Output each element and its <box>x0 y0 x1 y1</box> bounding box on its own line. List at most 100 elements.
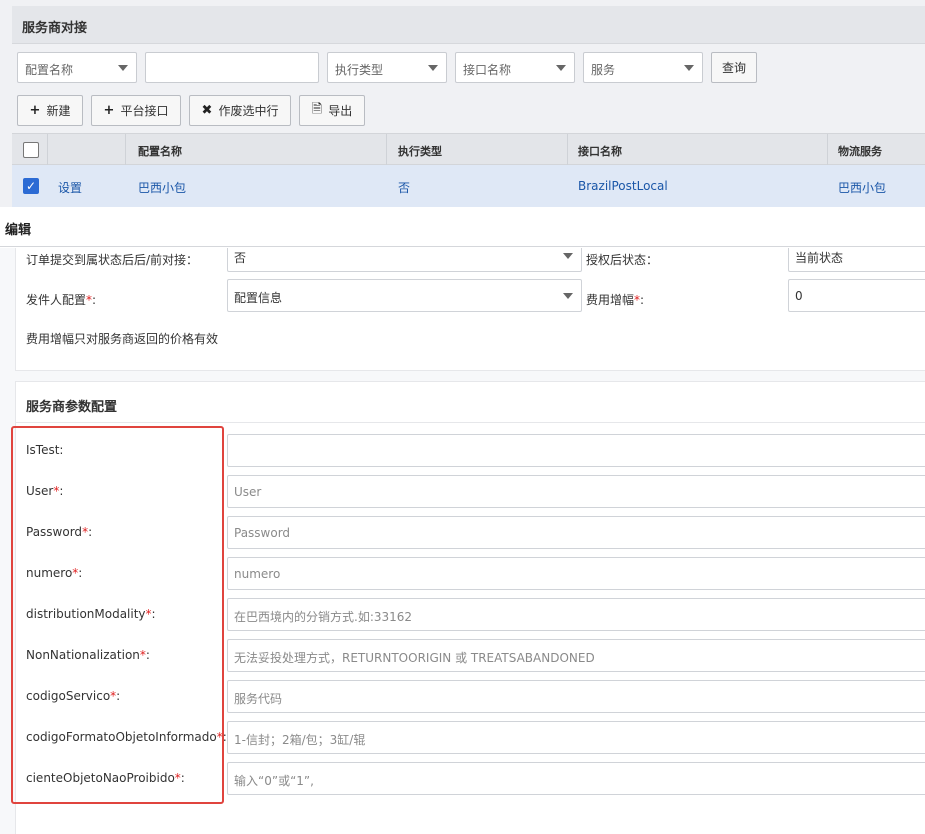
placeholder-text: 服务代码 <box>234 692 283 706</box>
exec-type-cell: 否 <box>398 181 411 195</box>
service-filter[interactable]: 服务 <box>583 52 703 83</box>
placeholder-text: 1-信封；2箱/包；3缸/辊 <box>234 733 366 747</box>
label-text: Password <box>26 525 83 539</box>
placeholder-text: 无法妥投处理方式，RETURNTOORIGIN 或 TREATSABANDONE… <box>234 651 595 665</box>
label-text: IsTest <box>26 443 60 457</box>
param-label: NonNationalization*: <box>26 648 150 662</box>
page-title: 服务商对接 <box>22 21 88 36</box>
param-input-codigoFormatoObjetoInformado[interactable]: 1-信封；2箱/包；3缸/辊 <box>227 721 925 754</box>
param-input-IsTest[interactable] <box>227 434 925 467</box>
select-all-checkbox[interactable] <box>23 142 39 158</box>
select-value: 否 <box>234 251 247 265</box>
edit-dialog: 编辑 订单提交到属状态后后/前对接： 否 授权后状态： 当前状态 发件人配置*:… <box>0 207 925 834</box>
label-text: 发件人配置 <box>26 293 87 307</box>
query-label: 查询 <box>721 61 746 75</box>
input-value: 0 <box>795 289 803 303</box>
colon: : <box>151 607 156 621</box>
table-row[interactable]: ✓ 设置 巴西小包 否 BrazilPostLocal 巴西小包 <box>12 165 925 207</box>
param-label: distributionModality*: <box>26 607 156 621</box>
params-panel-header: 服务商参数配置 <box>16 382 925 423</box>
column-header[interactable]: 接口名称 <box>578 143 622 159</box>
param-input-cienteObjetoNaoProibido[interactable]: 输入“0”或“1”, <box>227 762 925 795</box>
param-label: cienteObjetoNaoProibido*: <box>26 771 185 785</box>
filter-label: 配置名称 <box>25 63 74 77</box>
grid-header: 配置名称 执行类型 接口名称 物流服务 <box>12 133 925 166</box>
colon: : <box>180 771 185 785</box>
provider-params-panel: 服务商参数配置 IsTest: User*: User Password*: Passw… <box>15 381 925 834</box>
post-auth-status-select[interactable]: 当前状态 <box>788 248 925 272</box>
colon: : <box>145 648 150 662</box>
service-cell: 巴西小包 <box>838 181 887 195</box>
dialog-body: 订单提交到属状态后后/前对接： 否 授权后状态： 当前状态 发件人配置*: 配置… <box>0 248 925 834</box>
export-label: 导出 <box>328 104 353 118</box>
placeholder-text: 在巴西境内的分销方式.如:33162 <box>234 610 413 624</box>
dialog-header: 编辑 <box>0 207 925 247</box>
param-input-numero[interactable]: numero <box>227 557 925 590</box>
background-page: 服务商对接 配置名称 执行类型 接口名称 服务 查询 + 新建 + 平台接口 ✖… <box>0 0 925 210</box>
filter-label: 服务 <box>591 63 616 77</box>
placeholder-text: Password <box>234 526 291 540</box>
platform-label: 平台接口 <box>120 104 169 118</box>
settings-link[interactable]: 设置 <box>58 179 82 196</box>
config-name-filter[interactable]: 配置名称 <box>17 52 137 83</box>
param-input-NonNationalization[interactable]: 无法妥投处理方式，RETURNTOORIGIN 或 TREATSABANDONE… <box>227 639 925 672</box>
colon: : <box>59 443 64 457</box>
chevron-down-icon <box>563 293 573 299</box>
column-header[interactable]: 配置名称 <box>138 143 182 159</box>
param-label: numero*: <box>26 566 82 580</box>
select-value: 配置信息 <box>234 291 283 305</box>
fee-increase-label: 费用增幅*: <box>586 291 644 308</box>
param-input-codigoServico[interactable]: 服务代码 <box>227 680 925 713</box>
query-button[interactable]: 查询 <box>711 52 757 83</box>
filter-label: 接口名称 <box>463 63 512 77</box>
row-checkbox[interactable]: ✓ <box>23 178 39 194</box>
void-selected-button[interactable]: ✖ 作废选中行 <box>189 95 291 126</box>
interface-filter[interactable]: 接口名称 <box>455 52 575 83</box>
colon: : <box>59 484 64 498</box>
new-button[interactable]: + 新建 <box>17 95 83 126</box>
select-value: 当前状态 <box>795 251 844 265</box>
fee-increase-input[interactable]: 0 <box>788 279 925 312</box>
param-input-Password[interactable]: Password <box>227 516 925 549</box>
void-label: 作废选中行 <box>218 104 279 118</box>
dialog-title: 编辑 <box>5 223 32 238</box>
fee-note: 费用增幅只对服务商返回的价格有效 <box>26 332 219 346</box>
param-label: Password*: <box>26 525 92 539</box>
chevron-down-icon <box>556 65 566 71</box>
placeholder-text: numero <box>234 567 281 581</box>
plus-icon: + <box>29 103 41 118</box>
params-section-title: 服务商参数配置 <box>26 400 118 415</box>
page-header: 服务商对接 <box>12 6 925 44</box>
column-header[interactable]: 执行类型 <box>398 143 442 159</box>
param-label: User*: <box>26 484 63 498</box>
chevron-down-icon <box>684 65 694 71</box>
colon: : <box>92 293 97 307</box>
keyword-input[interactable] <box>145 52 319 83</box>
exec-type-filter[interactable]: 执行类型 <box>327 52 447 83</box>
interface-cell: BrazilPostLocal <box>578 179 668 193</box>
close-icon: ✖ <box>201 103 213 118</box>
label-text: User <box>26 484 54 498</box>
column-header[interactable]: 物流服务 <box>838 143 882 159</box>
param-label: IsTest: <box>26 443 63 457</box>
param-input-User[interactable]: User <box>227 475 925 508</box>
new-label: 新建 <box>46 104 71 118</box>
submit-timing-select[interactable]: 否 <box>227 248 582 272</box>
param-input-distributionModality[interactable]: 在巴西境内的分销方式.如:33162 <box>227 598 925 631</box>
chevron-down-icon <box>563 253 573 259</box>
colon: : <box>640 293 645 307</box>
sender-config-select[interactable]: 配置信息 <box>227 279 582 312</box>
colon: : <box>78 566 83 580</box>
platform-interface-button[interactable]: + 平台接口 <box>91 95 181 126</box>
export-file-icon: 🗎 <box>311 101 323 117</box>
post-auth-status-label: 授权后状态： <box>586 253 659 267</box>
export-button[interactable]: 🗎 导出 <box>299 95 365 126</box>
submit-timing-label: 订单提交到属状态后后/前对接： <box>26 253 199 267</box>
plus-icon: + <box>103 103 115 118</box>
filter-label: 执行类型 <box>335 63 384 77</box>
label-text: codigoServico <box>26 689 111 703</box>
chevron-down-icon <box>118 65 128 71</box>
chevron-down-icon <box>428 65 438 71</box>
placeholder-text: 输入“0”或“1”, <box>234 774 314 788</box>
colon: : <box>116 689 121 703</box>
